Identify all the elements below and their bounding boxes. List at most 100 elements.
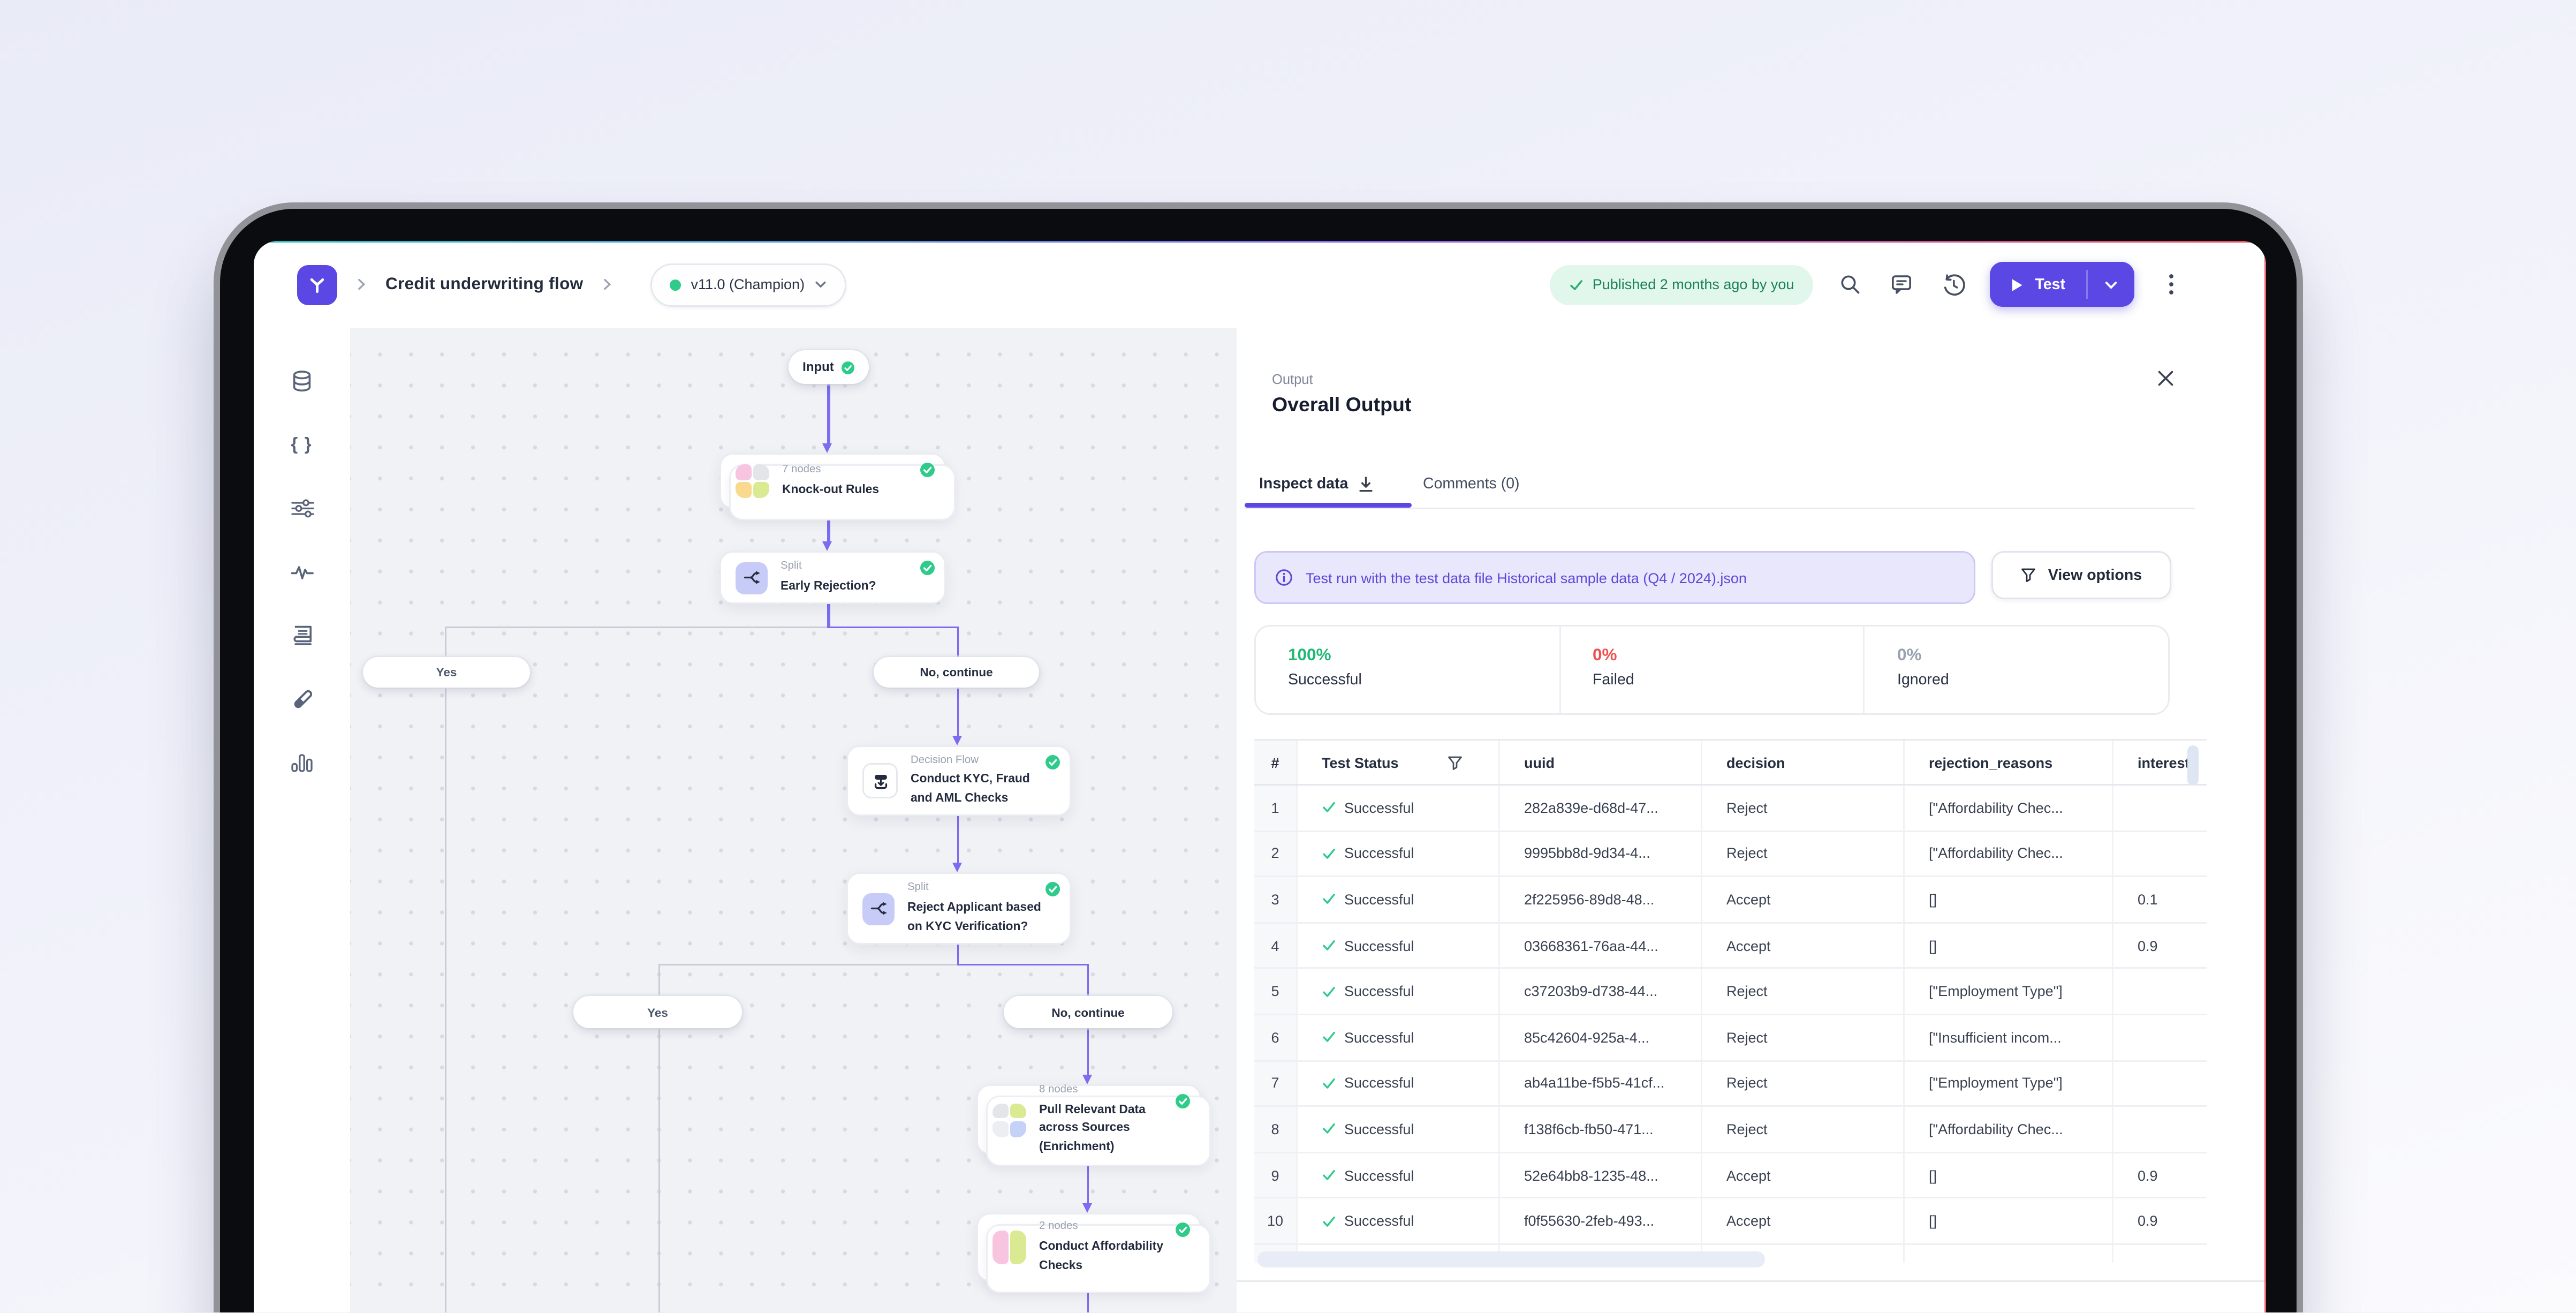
table-row[interactable]: 4 Successful 03668361-76aa-44... Accept … bbox=[1254, 923, 2207, 969]
flow-node-knockout-rules[interactable]: 7 nodes Knock-out Rules bbox=[719, 453, 946, 509]
flow-canvas[interactable]: Input 7 nodes Knock-out Rules bbox=[350, 328, 1237, 1313]
branch-label-no-continue-2: No, continue bbox=[1004, 996, 1172, 1028]
flow-node-reject-kyc[interactable]: Split Reject Applicant based on KYC Veri… bbox=[846, 872, 1071, 945]
close-panel-button[interactable] bbox=[2154, 366, 2176, 389]
success-check-icon bbox=[1322, 801, 1336, 815]
row-index: 5 bbox=[1254, 969, 1298, 1014]
flow-node-pull-data[interactable]: 8 nodes Pull Relevant Data across Source… bbox=[976, 1084, 1201, 1155]
chevron-down-icon bbox=[814, 278, 827, 291]
vertical-scrollbar[interactable] bbox=[2187, 745, 2199, 786]
published-status-badge: Published 2 months ago by you bbox=[1549, 265, 1814, 305]
comment-icon bbox=[1890, 273, 1913, 296]
more-options-button[interactable] bbox=[2157, 270, 2186, 299]
table-row[interactable]: 6 Successful 85c42604-925a-4... Reject [… bbox=[1254, 1015, 2207, 1061]
success-check-icon bbox=[920, 463, 935, 477]
branch-label-no-continue-1: No, continue bbox=[874, 657, 1039, 688]
sidebar-data-sources-button[interactable] bbox=[290, 369, 314, 394]
edge-split1-right bbox=[828, 627, 959, 629]
branch-label-yes-1: Yes bbox=[363, 657, 530, 688]
column-header-index: # bbox=[1254, 741, 1298, 784]
edge-reject-split-stub bbox=[957, 945, 959, 965]
results-table[interactable]: # Test Status uuid decision rejection_re… bbox=[1254, 739, 2207, 1263]
table-row[interactable]: 5 Successful c37203b9-d738-44... Reject … bbox=[1254, 969, 2207, 1015]
flow-node-input[interactable]: Input bbox=[789, 350, 869, 384]
row-decision: Reject bbox=[1702, 832, 1905, 876]
node-meta: Decision Flow bbox=[911, 753, 1050, 769]
sliders-icon bbox=[290, 498, 314, 519]
panel-bottom-border bbox=[1237, 1280, 2266, 1282]
row-index: 8 bbox=[1254, 1107, 1298, 1151]
table-row[interactable]: 3 Successful 2f225956-89d8-48... Accept … bbox=[1254, 878, 2207, 924]
row-test-status: Successful bbox=[1298, 1153, 1500, 1197]
row-uuid: ab4a11be-f5b5-41cf... bbox=[1500, 1061, 1702, 1106]
stat-label: Ignored bbox=[1897, 671, 2168, 689]
success-check-icon bbox=[1322, 984, 1336, 999]
split-node-icon bbox=[862, 893, 895, 925]
node-title: Conduct KYC, Fraud and AML Checks bbox=[911, 770, 1050, 808]
table-row[interactable]: 8 Successful f138f6cb-fb50-471... Reject… bbox=[1254, 1107, 2207, 1153]
flow-node-kyc-checks[interactable]: Decision Flow Conduct KYC, Fraud and AML… bbox=[846, 745, 1071, 816]
row-index: 7 bbox=[1254, 1061, 1298, 1106]
table-row[interactable]: 1 Successful 282a839e-d68d-47... Reject … bbox=[1254, 786, 2207, 832]
success-check-icon bbox=[1322, 1214, 1336, 1228]
row-interest bbox=[2113, 832, 2207, 876]
row-uuid: 52e64bb8-1235-48... bbox=[1500, 1153, 1702, 1197]
row-test-status: Successful bbox=[1298, 1015, 1500, 1060]
sidebar-testing-button[interactable] bbox=[290, 687, 314, 711]
row-interest bbox=[2113, 969, 2207, 1014]
row-interest: 0.9 bbox=[2113, 1153, 2207, 1197]
horizontal-scrollbar[interactable] bbox=[1257, 1251, 1765, 1267]
table-row[interactable]: 7 Successful ab4a11be-f5b5-41cf... Rejec… bbox=[1254, 1061, 2207, 1107]
stat-failed: 0% Failed bbox=[1559, 627, 1863, 713]
search-button[interactable] bbox=[1836, 270, 1865, 299]
view-options-button[interactable]: View options bbox=[1991, 551, 2171, 599]
sidebar-parameters-button[interactable] bbox=[290, 496, 314, 520]
table-row[interactable]: 10 Successful f0f55630-2feb-493... Accep… bbox=[1254, 1199, 2207, 1245]
sidebar-analytics-button[interactable] bbox=[290, 750, 314, 774]
sidebar-schema-button[interactable]: { } bbox=[290, 433, 314, 457]
row-uuid: 9995bb8d-9d34-4... bbox=[1500, 832, 1702, 876]
table-row[interactable]: 2 Successful 9995bb8d-9d34-4... Reject [… bbox=[1254, 832, 2207, 878]
edge-split2-right bbox=[957, 964, 1088, 966]
braces-icon: { } bbox=[291, 435, 313, 455]
panel-kicker: Output bbox=[1272, 371, 1313, 387]
close-icon bbox=[2156, 369, 2174, 387]
row-rejection-reasons: [] bbox=[1905, 1199, 2113, 1243]
panel-title: Overall Output bbox=[1272, 394, 1411, 416]
node-meta: Split bbox=[907, 881, 1050, 896]
results-table-header: # Test Status uuid decision rejection_re… bbox=[1254, 741, 2207, 786]
filter-icon[interactable] bbox=[1447, 754, 1463, 771]
tab-comments[interactable]: Comments (0) bbox=[1423, 476, 1520, 493]
node-meta: 8 nodes bbox=[1039, 1083, 1180, 1098]
app-logo[interactable] bbox=[297, 265, 337, 305]
row-rejection-reasons: ["Affordability Chec... bbox=[1905, 786, 2113, 830]
stat-successful: 100% Successful bbox=[1256, 627, 1559, 713]
node-group-icon bbox=[992, 1231, 1026, 1264]
comments-button[interactable] bbox=[1887, 270, 1916, 299]
activity-pulse-icon bbox=[290, 563, 314, 581]
tab-inspect-data[interactable]: Inspect data bbox=[1259, 476, 1375, 493]
stat-label: Successful bbox=[1288, 671, 1559, 689]
sidebar-documentation-button[interactable] bbox=[290, 623, 314, 647]
test-button[interactable]: Test bbox=[1990, 262, 2086, 307]
success-check-icon bbox=[1322, 847, 1336, 861]
column-header-rejection-reasons: rejection_reasons bbox=[1905, 741, 2113, 784]
test-options-button[interactable] bbox=[2088, 262, 2134, 307]
filter-icon bbox=[2021, 567, 2037, 583]
edge-kyc-reject bbox=[957, 816, 959, 863]
database-icon bbox=[291, 369, 313, 394]
play-icon bbox=[2011, 277, 2024, 292]
version-selector[interactable]: v11.0 (Champion) bbox=[650, 263, 846, 306]
logo-icon bbox=[305, 273, 329, 297]
table-row[interactable]: 9 Successful 52e64bb8-1235-48... Accept … bbox=[1254, 1153, 2207, 1199]
flow-node-affordability[interactable]: 2 nodes Conduct Affordability Checks bbox=[976, 1213, 1201, 1282]
version-history-button[interactable] bbox=[1938, 270, 1967, 299]
row-decision: Accept bbox=[1702, 878, 1905, 922]
stat-value: 0% bbox=[1897, 646, 2168, 665]
flow-node-early-rejection[interactable]: Split Early Rejection? bbox=[719, 551, 946, 604]
sidebar-activity-button[interactable] bbox=[290, 560, 314, 584]
top-bar-actions: Published 2 months ago by you bbox=[1549, 262, 2186, 307]
row-uuid: 03668361-76aa-44... bbox=[1500, 923, 1702, 968]
breadcrumb-flow-name[interactable]: Credit underwriting flow bbox=[385, 275, 583, 294]
arrowhead bbox=[952, 736, 961, 745]
